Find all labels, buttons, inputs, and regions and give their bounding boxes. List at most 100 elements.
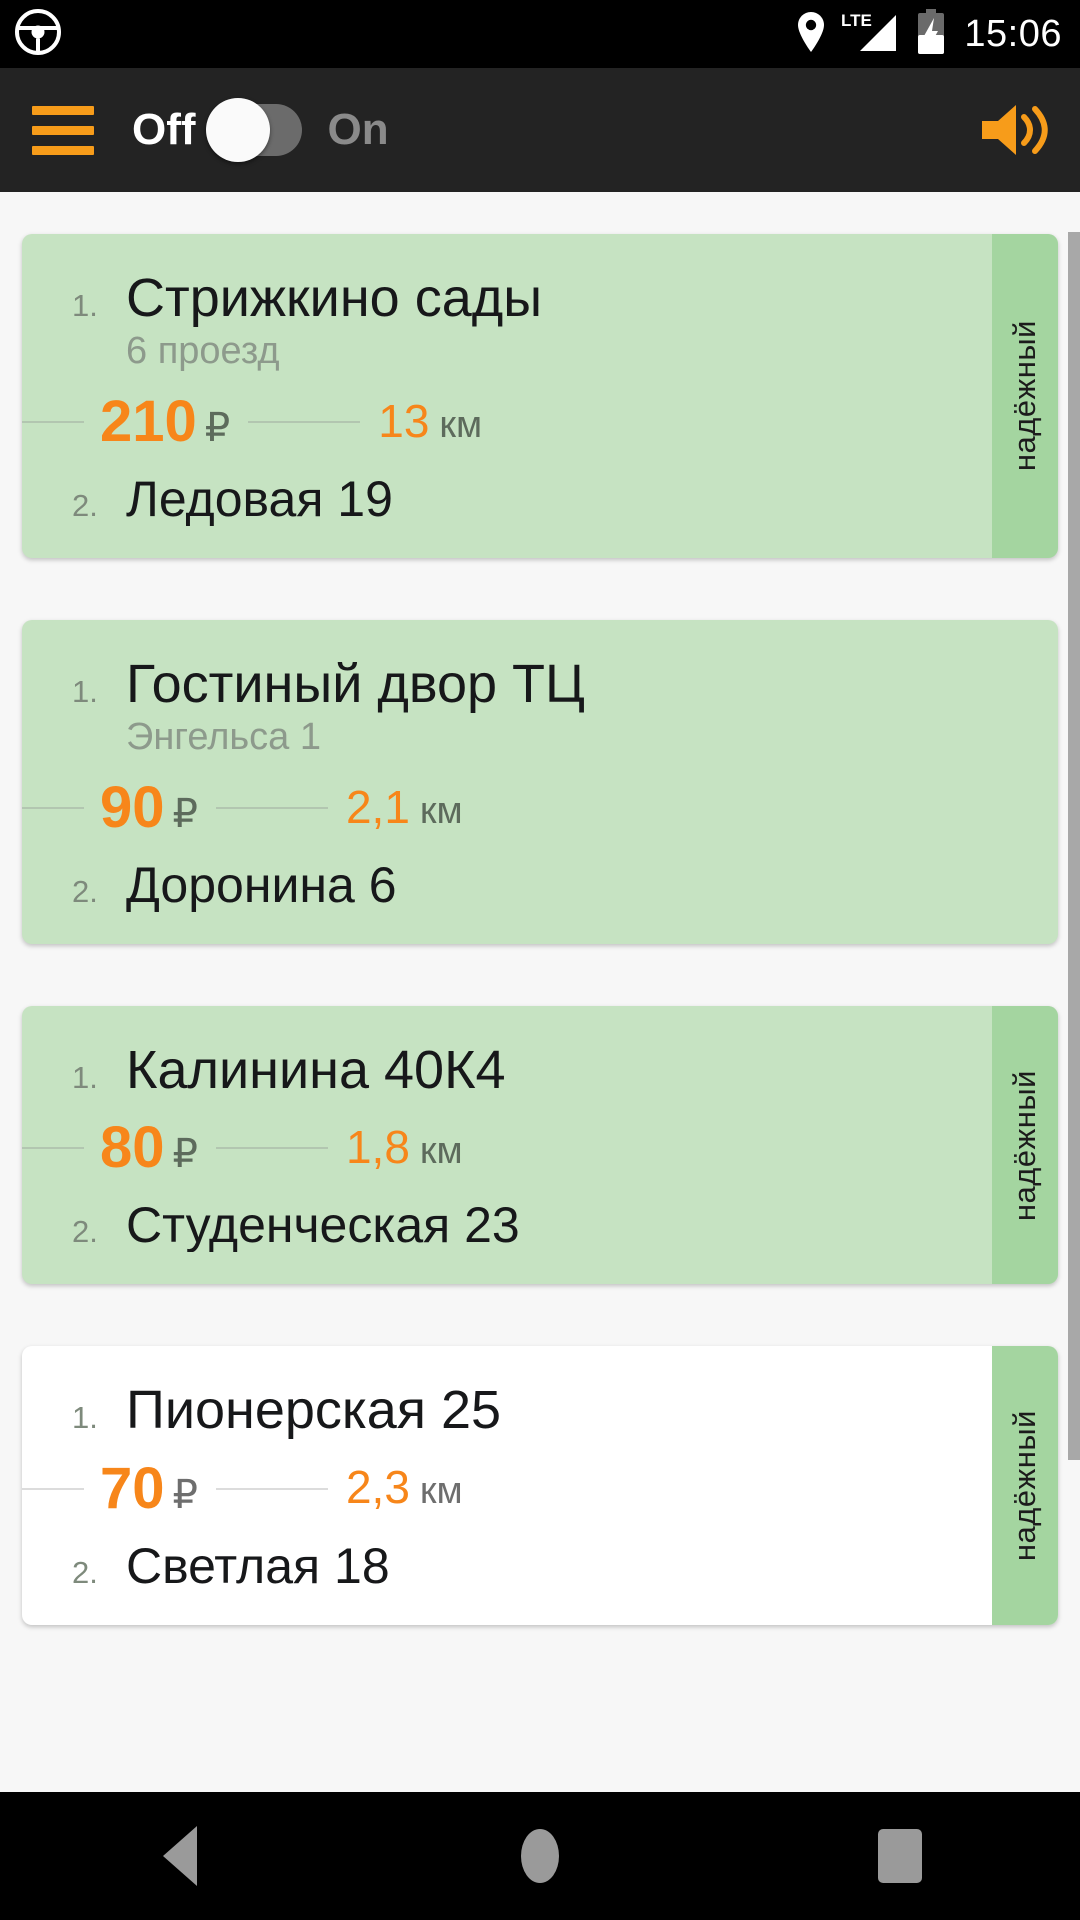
- dropoff-index: 2.: [72, 1554, 98, 1590]
- dropoff-address: Доронина 6: [126, 859, 397, 913]
- meta-divider: [215, 807, 328, 810]
- svg-text:LTE: LTE: [841, 11, 872, 30]
- order-meta-row: 90 ₽ 2,1 км: [22, 779, 1058, 837]
- meta-divider: [22, 1487, 84, 1490]
- hamburger-bar: [32, 145, 94, 155]
- dropoff-address: Студенческая 23: [126, 1199, 520, 1253]
- reliable-badge-label: надёжный: [1007, 320, 1042, 472]
- order-card[interactable]: 1. Стрижкино сады 6 проезд 210 ₽ 13 км 2…: [22, 234, 1058, 559]
- order-distance: 2,3 км: [346, 1464, 463, 1513]
- distance-unit: км: [419, 1129, 463, 1172]
- price-currency: ₽: [204, 406, 231, 451]
- availability-toggle-group[interactable]: Off On: [132, 98, 389, 162]
- pickup-row: 1. Стрижкино сады: [22, 270, 992, 327]
- order-card-list: 1. Стрижкино сады 6 проезд 210 ₽ 13 км 2…: [0, 192, 1080, 1625]
- meta-divider: [215, 1487, 328, 1490]
- availability-toggle-switch[interactable]: [205, 98, 302, 162]
- reliable-badge: надёжный: [992, 1346, 1058, 1625]
- distance-amount: 13: [378, 394, 430, 447]
- nav-recents-button[interactable]: [800, 1792, 1000, 1920]
- order-price: 70 ₽: [100, 1455, 198, 1521]
- location-pin-icon: [796, 11, 826, 58]
- signal-bars-icon: LTE: [840, 9, 902, 60]
- order-meta-row: 70 ₽ 2,3 км: [22, 1455, 992, 1521]
- scrollbar[interactable]: [1068, 192, 1080, 1792]
- status-bar-left: [14, 8, 62, 61]
- distance-amount: 1,8: [345, 1120, 410, 1173]
- meta-divider: [248, 421, 361, 424]
- reliable-badge: надёжный: [992, 234, 1058, 559]
- toggle-off-label: Off: [132, 105, 196, 154]
- pickup-detail: Энгельса 1: [126, 716, 321, 759]
- nav-back-button[interactable]: [80, 1792, 280, 1920]
- pickup-index: 1.: [72, 288, 98, 323]
- order-card-body: 1. Гостиный двор ТЦ Энгельса 1 90 ₽ 2,1 …: [22, 620, 1058, 944]
- meta-divider: [22, 421, 84, 424]
- price-amount: 80: [100, 1115, 165, 1181]
- scrollbar-thumb[interactable]: [1068, 232, 1080, 1460]
- order-distance: 13 км: [378, 398, 482, 447]
- dropoff-row: 2. Студенческая 23: [22, 1199, 992, 1252]
- order-card-body: 1. Пионерская 25 70 ₽ 2,3 км 2. Светлая …: [22, 1346, 992, 1624]
- pickup-address: Стрижкино сады: [126, 270, 543, 328]
- distance-unit: км: [419, 789, 463, 832]
- dropoff-address: Светлая 18: [126, 1539, 390, 1593]
- price-amount: 210: [100, 389, 197, 455]
- price-amount: 70: [100, 1455, 165, 1521]
- pickup-index: 1.: [72, 1060, 98, 1096]
- dropoff-address: Ледовая 19: [126, 473, 393, 527]
- dropoff-row: 2. Доронина 6: [22, 859, 1058, 912]
- reliable-badge: надёжный: [992, 1006, 1058, 1285]
- status-bar-right: LTE 15:06: [796, 8, 1062, 60]
- order-meta-row: 210 ₽ 13 км: [22, 393, 992, 451]
- distance-unit: км: [419, 1470, 463, 1513]
- distance-amount: 2,3: [345, 1461, 410, 1514]
- pickup-row: 1. Пионерская 25: [22, 1382, 992, 1439]
- reliable-badge-label: надёжный: [1007, 1069, 1042, 1221]
- hamburger-menu-icon[interactable]: [32, 105, 94, 155]
- meta-divider: [22, 1147, 84, 1150]
- dropoff-index: 2.: [72, 488, 98, 524]
- order-distance: 2,1 км: [346, 784, 463, 833]
- pickup-index: 1.: [72, 674, 98, 710]
- hamburger-bar: [32, 125, 94, 135]
- order-card[interactable]: 1. Пионерская 25 70 ₽ 2,3 км 2. Светлая …: [22, 1346, 1058, 1625]
- pickup-address: Гостиный двор ТЦ: [126, 656, 585, 714]
- toggle-thumb: [205, 98, 270, 162]
- order-card[interactable]: 1. Калинина 40К4 80 ₽ 1,8 км 2. Студенче…: [22, 1006, 1058, 1285]
- order-list-scroll-area[interactable]: 1. Стрижкино сады 6 проезд 210 ₽ 13 км 2…: [0, 192, 1080, 1792]
- order-card-body: 1. Стрижкино сады 6 проезд 210 ₽ 13 км 2…: [22, 234, 992, 558]
- battery-charging-icon: [916, 8, 946, 60]
- pickup-address: Пионерская 25: [126, 1382, 502, 1440]
- pickup-detail: 6 проезд: [126, 330, 280, 373]
- back-triangle-icon: [163, 1826, 197, 1886]
- hamburger-bar: [32, 105, 94, 115]
- order-card[interactable]: 1. Гостиный двор ТЦ Энгельса 1 90 ₽ 2,1 …: [22, 620, 1058, 945]
- distance-unit: км: [439, 403, 483, 446]
- dropoff-index: 2.: [72, 874, 98, 910]
- recents-square-icon: [878, 1829, 922, 1883]
- price-currency: ₽: [172, 1472, 198, 1517]
- app-header: Off On: [0, 68, 1080, 192]
- price-currency: ₽: [172, 1132, 198, 1177]
- meta-divider: [22, 807, 84, 810]
- dropoff-index: 2.: [72, 1214, 98, 1250]
- order-price: 210 ₽: [100, 393, 230, 451]
- pickup-index: 1.: [72, 1400, 98, 1436]
- speaker-on-icon[interactable]: [978, 99, 1050, 161]
- order-price: 90 ₽: [100, 779, 198, 837]
- price-amount: 90: [100, 775, 165, 841]
- toggle-on-label: On: [327, 105, 389, 154]
- order-distance: 1,8 км: [346, 1124, 463, 1173]
- nav-home-button[interactable]: [440, 1792, 640, 1920]
- dropoff-row: 2. Светлая 18: [22, 1540, 992, 1593]
- reliable-badge-label: надёжный: [1007, 1409, 1042, 1561]
- steering-wheel-icon: [14, 8, 62, 61]
- distance-amount: 2,1: [345, 780, 410, 833]
- pickup-row: 1. Гостиный двор ТЦ: [22, 656, 1058, 713]
- android-navigation-bar: [0, 1792, 1080, 1920]
- home-circle-icon: [521, 1829, 559, 1883]
- status-bar: LTE 15:06: [0, 0, 1080, 68]
- price-currency: ₽: [172, 792, 198, 837]
- pickup-address: Калинина 40К4: [126, 1042, 506, 1100]
